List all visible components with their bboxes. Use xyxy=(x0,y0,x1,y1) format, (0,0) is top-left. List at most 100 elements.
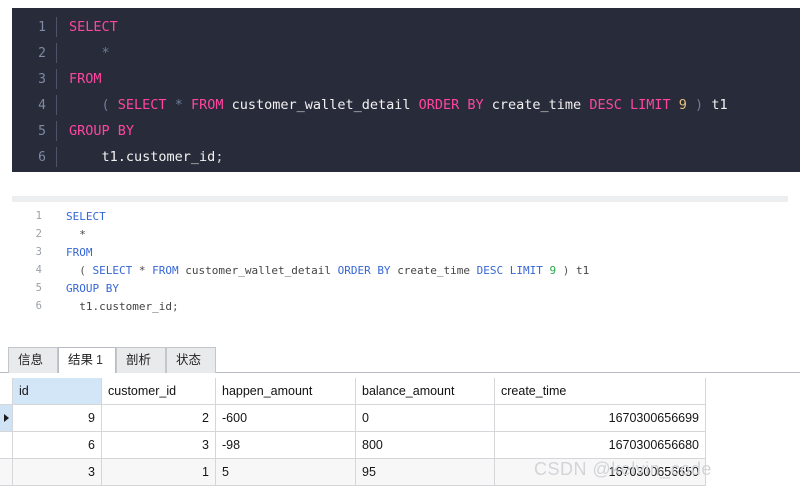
results-grid-header: id customer_id happen_amount balance_amount… xyxy=(0,378,706,405)
table-cell[interactable]: 6 xyxy=(13,432,102,459)
sql-editor-line: 6 t1.customer_id; xyxy=(12,297,788,315)
result-tab[interactable]: 结果 1 xyxy=(58,347,116,373)
row-marker-header xyxy=(0,378,13,405)
code-token: FROM xyxy=(152,263,179,277)
result-tab-label: 结果 xyxy=(68,353,94,367)
code-token: 9 xyxy=(678,97,687,113)
table-row[interactable]: 3 1 5 95 1670300656650 xyxy=(0,459,706,486)
table-cell[interactable]: 2 xyxy=(102,405,216,432)
code-token: ORDER BY xyxy=(418,97,484,113)
column-header[interactable]: id xyxy=(13,378,102,405)
code-token: t1.customer_id xyxy=(79,299,172,313)
column-header[interactable]: balance_amount xyxy=(356,378,495,405)
line-number: 2 xyxy=(38,45,46,61)
code-text[interactable]: GROUP BY xyxy=(54,282,119,295)
code-text[interactable]: * xyxy=(54,228,86,241)
code-text: ( SELECT * FROM customer_wallet_detail O… xyxy=(57,97,728,113)
table-cell[interactable]: 1670300656680 xyxy=(495,432,706,459)
line-number: 6 xyxy=(35,300,42,312)
result-tabs: 信息 结果 1 剖析 状态 xyxy=(0,347,800,373)
code-token: DESC xyxy=(589,97,622,113)
code-text[interactable]: FROM xyxy=(54,246,93,259)
table-cell[interactable]: 5 xyxy=(216,459,356,486)
line-number: 4 xyxy=(35,264,42,276)
line-number: 3 xyxy=(35,246,42,258)
row-marker[interactable] xyxy=(0,405,13,432)
table-cell[interactable]: 3 xyxy=(102,432,216,459)
table-cell[interactable]: 0 xyxy=(356,405,495,432)
column-header[interactable]: create_time xyxy=(495,378,706,405)
table-row[interactable]: 9 2 -600 0 1670300656699 xyxy=(0,405,706,432)
table-row[interactable]: 6 3 -98 800 1670300656680 xyxy=(0,432,706,459)
code-token: t1 xyxy=(576,263,590,277)
table-cell[interactable]: -98 xyxy=(216,432,356,459)
table-cell[interactable]: 1670300656650 xyxy=(495,459,706,486)
code-token: customer_wallet_detail xyxy=(231,97,411,113)
code-token: t1.customer_id xyxy=(101,149,216,165)
code-token: GROUP BY xyxy=(69,123,135,139)
table-cell[interactable]: -600 xyxy=(216,405,356,432)
sql-editor-line: 3 FROM xyxy=(12,243,788,261)
code-text[interactable]: SELECT xyxy=(54,210,106,223)
table-cell[interactable]: 1 xyxy=(102,459,216,486)
table-cell[interactable]: 95 xyxy=(356,459,495,486)
result-tab-label: 信息 xyxy=(18,353,44,367)
dark-code-line: 6 t1.customer_id; xyxy=(12,144,800,170)
dark-code-line: 2 * xyxy=(12,40,800,66)
row-marker[interactable] xyxy=(0,432,13,459)
code-token: SELECT xyxy=(69,19,118,35)
code-token: t1 xyxy=(711,97,728,113)
line-number: 1 xyxy=(38,19,46,35)
code-token: ) xyxy=(695,97,704,113)
code-token: SELECT xyxy=(66,209,106,223)
table-cell[interactable]: 800 xyxy=(356,432,495,459)
line-number: 6 xyxy=(38,149,46,165)
table-cell[interactable]: 3 xyxy=(13,459,102,486)
line-number: 3 xyxy=(38,71,46,87)
results-grid-body: 9 2 -600 0 1670300656699 6 3 -98 800 167030065668… xyxy=(0,405,706,486)
sql-editor-line: 5 GROUP BY xyxy=(12,279,788,297)
result-tab[interactable]: 剖析 xyxy=(116,347,166,373)
code-token: * xyxy=(174,97,183,113)
dark-code-line: 4 ( SELECT * FROM customer_wallet_detail… xyxy=(12,92,800,118)
code-token: FROM xyxy=(191,97,224,113)
results-grid[interactable]: id customer_id happen_amount balance_amount… xyxy=(0,378,706,486)
table-cell[interactable]: 9 xyxy=(13,405,102,432)
code-text[interactable]: t1.customer_id; xyxy=(54,299,178,313)
code-token: ; xyxy=(215,149,224,165)
dark-code-line: 1 SELECT xyxy=(12,14,800,40)
code-token: ( xyxy=(79,263,86,277)
current-row-arrow-icon xyxy=(4,414,9,422)
result-tab[interactable]: 状态 xyxy=(166,347,216,373)
code-token: FROM xyxy=(66,245,93,259)
result-tab-count: 1 xyxy=(96,353,103,367)
column-header[interactable]: happen_amount xyxy=(216,378,356,405)
code-token: SELECT xyxy=(117,97,167,113)
result-tabbar: 信息 结果 1 剖析 状态 xyxy=(0,347,800,373)
code-token: create_time xyxy=(397,263,471,277)
code-token: ORDER BY xyxy=(337,263,391,277)
code-token: create_time xyxy=(491,97,582,113)
row-marker[interactable] xyxy=(0,459,13,486)
sql-editor-line: 4 ( SELECT * FROM customer_wallet_detail… xyxy=(12,261,788,279)
result-tab[interactable]: 信息 xyxy=(8,347,58,373)
column-header[interactable]: customer_id xyxy=(102,378,216,405)
code-token: customer_wallet_detail xyxy=(185,263,331,277)
sql-editor-pane[interactable]: 1 SELECT 2 * 3 FROM 4 ( SELECT * FROM custome… xyxy=(12,196,788,338)
dark-code-line: 3 FROM xyxy=(12,66,800,92)
code-text[interactable]: ( SELECT * FROM customer_wallet_detail O… xyxy=(54,264,589,277)
code-token: LIMIT xyxy=(629,97,671,113)
table-cell[interactable]: 1670300656699 xyxy=(495,405,706,432)
line-number: 5 xyxy=(38,123,46,139)
